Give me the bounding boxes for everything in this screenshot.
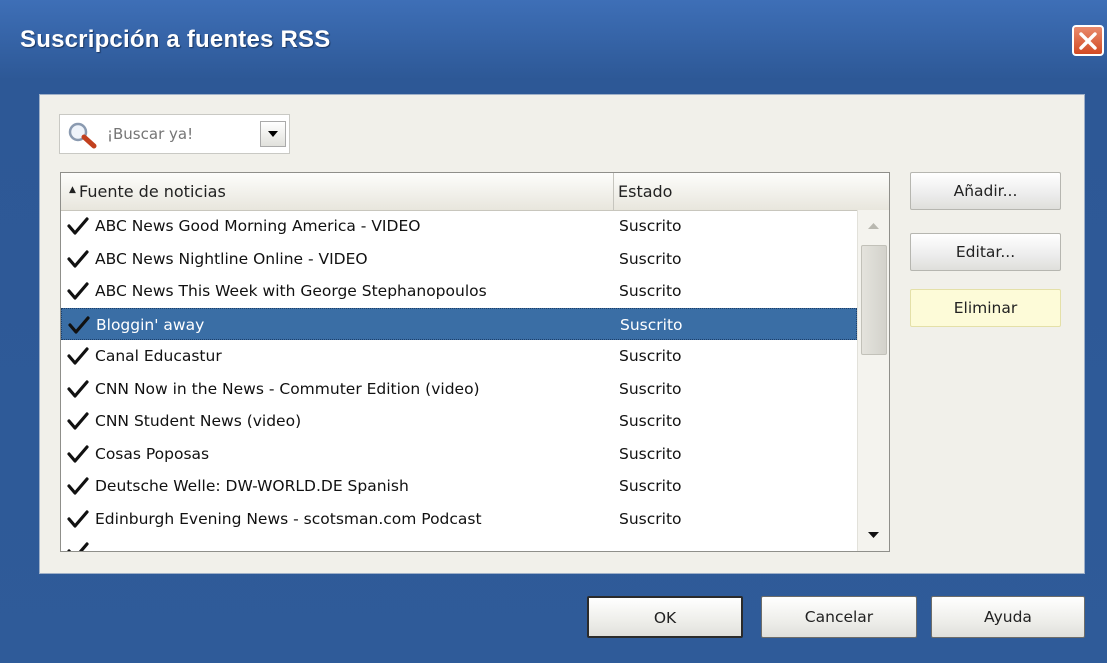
chevron-down-icon bbox=[268, 131, 278, 137]
list-rows: ABC News Good Morning America - VIDEO Su… bbox=[61, 210, 857, 552]
add-button[interactable]: Añadir... bbox=[910, 172, 1061, 210]
scrollbar-thumb[interactable] bbox=[861, 245, 887, 355]
feed-status: Suscrito bbox=[620, 315, 683, 334]
feed-list[interactable]: ▲ Fuente de noticias Estado ABC News Goo… bbox=[60, 172, 890, 552]
checkmark-icon[interactable] bbox=[67, 281, 89, 301]
feed-status: Suscrito bbox=[619, 282, 682, 300]
feed-status: Suscrito bbox=[619, 477, 682, 495]
checkmark-icon[interactable] bbox=[67, 444, 89, 464]
checkmark-icon[interactable] bbox=[67, 411, 89, 431]
column-header-status[interactable]: Estado bbox=[614, 173, 888, 210]
remove-button[interactable]: Eliminar bbox=[910, 289, 1061, 327]
feed-name: Canal Educastur bbox=[95, 347, 222, 365]
list-item-partial[interactable] bbox=[61, 535, 857, 552]
list-item[interactable]: CNN Now in the News - Commuter Edition (… bbox=[61, 373, 857, 406]
checkmark-icon[interactable] bbox=[67, 541, 89, 552]
checkmark-icon[interactable] bbox=[67, 379, 89, 399]
ok-button[interactable]: OK bbox=[587, 596, 743, 638]
feed-name: CNN Student News (video) bbox=[95, 412, 302, 430]
list-item[interactable]: Deutsche Welle: DW-WORLD.DE Spanish Susc… bbox=[61, 470, 857, 503]
checkmark-icon[interactable] bbox=[67, 476, 89, 496]
list-item[interactable]: Canal Educastur Suscrito bbox=[61, 340, 857, 373]
sort-ascending-icon: ▲ bbox=[69, 185, 76, 195]
close-button[interactable] bbox=[1072, 25, 1104, 56]
search-box[interactable] bbox=[59, 114, 290, 154]
checkmark-icon[interactable] bbox=[67, 509, 89, 529]
help-button[interactable]: Ayuda bbox=[931, 596, 1085, 638]
dialog-title: Suscripción a fuentes RSS bbox=[20, 26, 331, 53]
feed-name: CNN Now in the News - Commuter Edition (… bbox=[95, 379, 480, 398]
list-item[interactable]: ABC News Good Morning America - VIDEO Su… bbox=[61, 210, 857, 243]
list-item[interactable]: Edinburgh Evening News - scotsman.com Po… bbox=[61, 503, 857, 536]
feed-status: Suscrito bbox=[619, 509, 682, 528]
edit-button[interactable]: Editar... bbox=[910, 233, 1061, 271]
list-item[interactable]: ABC News Nightline Online - VIDEO Suscri… bbox=[61, 243, 857, 276]
rss-subscription-dialog: Suscripción a fuentes RSS ▲ Fuente de no… bbox=[0, 0, 1107, 663]
checkmark-icon[interactable] bbox=[68, 315, 90, 335]
feed-status: Suscrito bbox=[619, 217, 682, 235]
feed-name: ABC News This Week with George Stephanop… bbox=[95, 282, 487, 300]
cancel-button[interactable]: Cancelar bbox=[761, 596, 917, 638]
list-item[interactable]: CNN Student News (video) Suscrito bbox=[61, 405, 857, 438]
feed-name: Cosas Poposas bbox=[95, 444, 210, 463]
vertical-scrollbar[interactable] bbox=[857, 210, 889, 551]
list-header: ▲ Fuente de noticias Estado bbox=[61, 173, 889, 211]
scroll-down-icon[interactable] bbox=[860, 521, 887, 548]
checkmark-icon[interactable] bbox=[67, 249, 89, 269]
list-item-selected[interactable]: Bloggin' away Suscrito bbox=[61, 307, 857, 340]
close-icon bbox=[1079, 32, 1097, 50]
feed-status: Suscrito bbox=[619, 444, 682, 463]
search-input[interactable] bbox=[107, 125, 257, 143]
checkmark-icon[interactable] bbox=[67, 216, 89, 236]
list-item[interactable]: ABC News This Week with George Stephanop… bbox=[61, 275, 857, 308]
list-item[interactable]: Cosas Poposas Suscrito bbox=[61, 438, 857, 471]
search-dropdown-button[interactable] bbox=[260, 121, 286, 147]
feed-status: Suscrito bbox=[619, 249, 682, 268]
feed-name: Edinburgh Evening News - scotsman.com Po… bbox=[95, 509, 482, 528]
column-header-source-label: Fuente de noticias bbox=[79, 182, 226, 201]
feed-name: Bloggin' away bbox=[96, 315, 205, 334]
scroll-up-icon[interactable] bbox=[860, 212, 887, 240]
feed-name: ABC News Good Morning America - VIDEO bbox=[95, 217, 421, 235]
column-header-source[interactable]: ▲ Fuente de noticias bbox=[61, 173, 614, 210]
magnifier-icon bbox=[68, 122, 97, 149]
feed-status: Suscrito bbox=[619, 412, 682, 430]
feed-status: Suscrito bbox=[619, 379, 682, 398]
feed-name: Deutsche Welle: DW-WORLD.DE Spanish bbox=[95, 477, 409, 495]
checkmark-icon[interactable] bbox=[67, 346, 89, 366]
feed-name: ABC News Nightline Online - VIDEO bbox=[95, 249, 368, 268]
column-header-status-label: Estado bbox=[618, 182, 673, 201]
feed-status: Suscrito bbox=[619, 347, 682, 365]
title-bar[interactable]: Suscripción a fuentes RSS bbox=[0, 0, 1107, 76]
